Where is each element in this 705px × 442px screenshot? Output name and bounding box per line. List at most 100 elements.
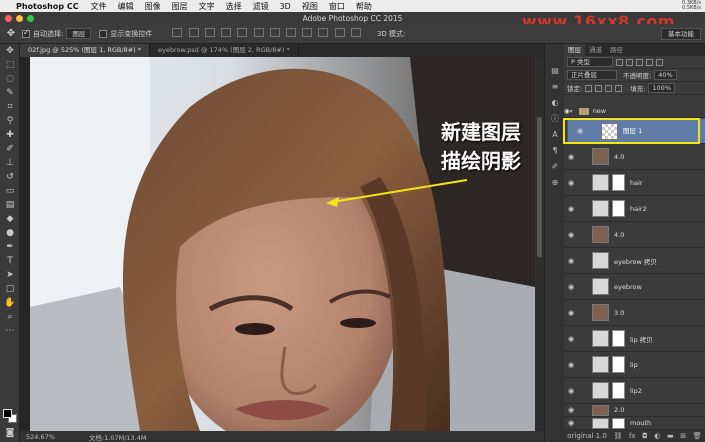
align-top-icon[interactable]	[172, 28, 183, 37]
layer-row[interactable]: ◉ 3.0	[564, 300, 705, 326]
distribute-top-icon[interactable]	[269, 28, 280, 37]
menu-view[interactable]: 视图	[302, 1, 318, 12]
distribute-center-icon[interactable]	[334, 28, 345, 37]
align-right-icon[interactable]	[253, 28, 264, 37]
scrollbar-thumb[interactable]	[537, 117, 542, 257]
visibility-eye-icon[interactable]: ◉	[564, 387, 578, 395]
adjustment-layer-icon[interactable]: ◐	[654, 432, 660, 440]
link-layers-icon[interactable]: ⛓	[613, 432, 622, 440]
eraser-tool-icon[interactable]: ▭	[0, 184, 20, 198]
type-tool-icon[interactable]: T	[0, 254, 20, 268]
healing-brush-tool-icon[interactable]: ✚	[0, 128, 20, 142]
distribute-middle-icon[interactable]	[286, 28, 296, 37]
history-brush-tool-icon[interactable]: ↺	[0, 170, 20, 184]
tab-channels[interactable]: 通道	[585, 44, 606, 56]
path-select-tool-icon[interactable]: ➤	[0, 268, 20, 282]
auto-select-checkbox[interactable]	[22, 28, 30, 38]
gradient-tool-icon[interactable]: ▤	[0, 198, 20, 212]
zoom-tool-icon[interactable]: ⌕	[0, 310, 20, 324]
layer-row[interactable]: ◉ lip 拷贝	[564, 326, 705, 352]
fill-input[interactable]: 100%	[648, 83, 675, 93]
layer-row[interactable]: ◉ 4.0	[564, 144, 705, 170]
distribute-left-icon[interactable]	[318, 28, 329, 37]
visibility-eye-icon[interactable]: ◉	[564, 406, 578, 414]
layer-row[interactable]: ◉ hair2	[564, 196, 705, 222]
pen-tool-icon[interactable]: ✒	[0, 240, 20, 254]
visibility-eye-icon[interactable]: ◉	[564, 205, 578, 213]
brush-tool-icon[interactable]: ✐	[0, 142, 20, 156]
history-panel-icon[interactable]: ▤	[545, 62, 565, 78]
tab-02f[interactable]: 02f.jpg @ 525% (图层 1, RGB/8#) *	[20, 44, 150, 57]
visibility-eye-icon[interactable]: ◉	[564, 179, 578, 187]
visibility-eye-icon[interactable]: ◉	[564, 257, 578, 265]
app-menu[interactable]: Photoshop CC	[16, 2, 79, 11]
fx-icon[interactable]: fx	[629, 432, 636, 440]
menu-help[interactable]: 帮助	[356, 1, 372, 12]
foreground-color-swatch[interactable]	[3, 409, 12, 418]
visibility-eye-icon[interactable]: ◉	[564, 283, 578, 291]
filter-shape-icon[interactable]	[646, 58, 653, 66]
layer-row[interactable]: ◉ lip	[564, 352, 705, 378]
lasso-tool-icon[interactable]: ◌	[0, 72, 20, 86]
layer-row[interactable]: ◉ 2.0	[564, 404, 705, 417]
align-left-icon[interactable]	[221, 28, 232, 37]
show-transform-checkbox[interactable]	[99, 29, 108, 38]
tab-paths[interactable]: 路径	[606, 44, 627, 56]
distribute-bottom-icon[interactable]	[302, 28, 313, 37]
blend-mode-dropdown[interactable]: 正片叠底	[567, 70, 617, 80]
character-panel-icon[interactable]: A	[545, 126, 565, 142]
visibility-eye-icon[interactable]: ◉	[564, 153, 578, 161]
group-expand-icon[interactable]: ▾	[570, 108, 573, 115]
menu-filter[interactable]: 滤镜	[253, 1, 269, 12]
tab-layers[interactable]: 图层	[564, 44, 585, 56]
zoom-level[interactable]: 524.67%	[26, 433, 55, 441]
add-mask-icon[interactable]: ◘	[642, 432, 648, 440]
quick-select-tool-icon[interactable]: ✎	[0, 86, 20, 100]
canvas-vertical-scrollbar[interactable]	[535, 57, 544, 431]
menu-edit[interactable]: 编辑	[118, 1, 134, 12]
filter-adjust-icon[interactable]	[626, 58, 633, 66]
close-window-button[interactable]	[5, 15, 12, 22]
clone-source-panel-icon[interactable]: ⊕	[545, 174, 565, 190]
layer-row[interactable]: ◉ 4.0	[564, 222, 705, 248]
tab-eyebrow[interactable]: eyebrow.psd @ 174% (图层 2, RGB/8#) *	[150, 44, 299, 57]
lock-position-icon[interactable]	[605, 84, 613, 92]
hand-tool-icon[interactable]: ✋	[0, 296, 20, 310]
menu-window[interactable]: 窗口	[329, 1, 345, 12]
menu-select[interactable]: 选择	[226, 1, 242, 12]
new-layer-icon[interactable]: ⊞	[680, 432, 686, 440]
menu-layer[interactable]: 图层	[172, 1, 188, 12]
new-group-icon[interactable]: ▬	[667, 432, 674, 440]
layer-row[interactable]: ◉ hair	[564, 170, 705, 196]
lock-transparent-icon[interactable]	[585, 84, 593, 92]
adjustments-panel-icon[interactable]: ◐	[545, 94, 565, 110]
document-canvas[interactable]	[30, 57, 535, 431]
info-panel-icon[interactable]: ⓘ	[545, 110, 565, 126]
visibility-eye-icon[interactable]: ◉	[564, 361, 578, 369]
shape-tool-icon[interactable]: ▢	[0, 282, 20, 296]
align-bottom-icon[interactable]	[204, 28, 215, 37]
filter-type-icon[interactable]	[636, 58, 643, 66]
filter-pixel-icon[interactable]	[616, 58, 623, 66]
layer-name[interactable]: original 1.0	[567, 432, 607, 440]
visibility-eye-icon[interactable]: ◉	[564, 419, 578, 427]
lock-all-icon[interactable]	[615, 84, 623, 92]
properties-panel-icon[interactable]: ≡	[545, 78, 565, 94]
clone-stamp-tool-icon[interactable]: ⊥	[0, 156, 20, 170]
marquee-tool-icon[interactable]: ⬚	[0, 58, 20, 72]
zoom-window-button[interactable]	[27, 15, 34, 22]
layer-group-new[interactable]: ◉ ▾ new	[564, 105, 705, 118]
visibility-eye-icon[interactable]: ◉	[564, 309, 578, 317]
layer-row[interactable]: ◉ eyebrow	[564, 274, 705, 300]
align-middle-icon[interactable]	[188, 28, 199, 37]
layer-row[interactable]: ◉ mouth	[564, 417, 705, 430]
eyedropper-tool-icon[interactable]: ⚲	[0, 114, 20, 128]
brush-panel-icon[interactable]: ✐	[545, 158, 565, 174]
menu-file[interactable]: 文件	[91, 1, 107, 12]
menu-image[interactable]: 图像	[145, 1, 161, 12]
opacity-input[interactable]: 40%	[654, 70, 677, 80]
workspace-dropdown[interactable]: 基本功能	[661, 28, 701, 40]
filter-smart-icon[interactable]	[656, 58, 663, 66]
auto-select-dropdown[interactable]: 图层	[66, 28, 92, 39]
menu-type[interactable]: 文字	[199, 1, 215, 12]
